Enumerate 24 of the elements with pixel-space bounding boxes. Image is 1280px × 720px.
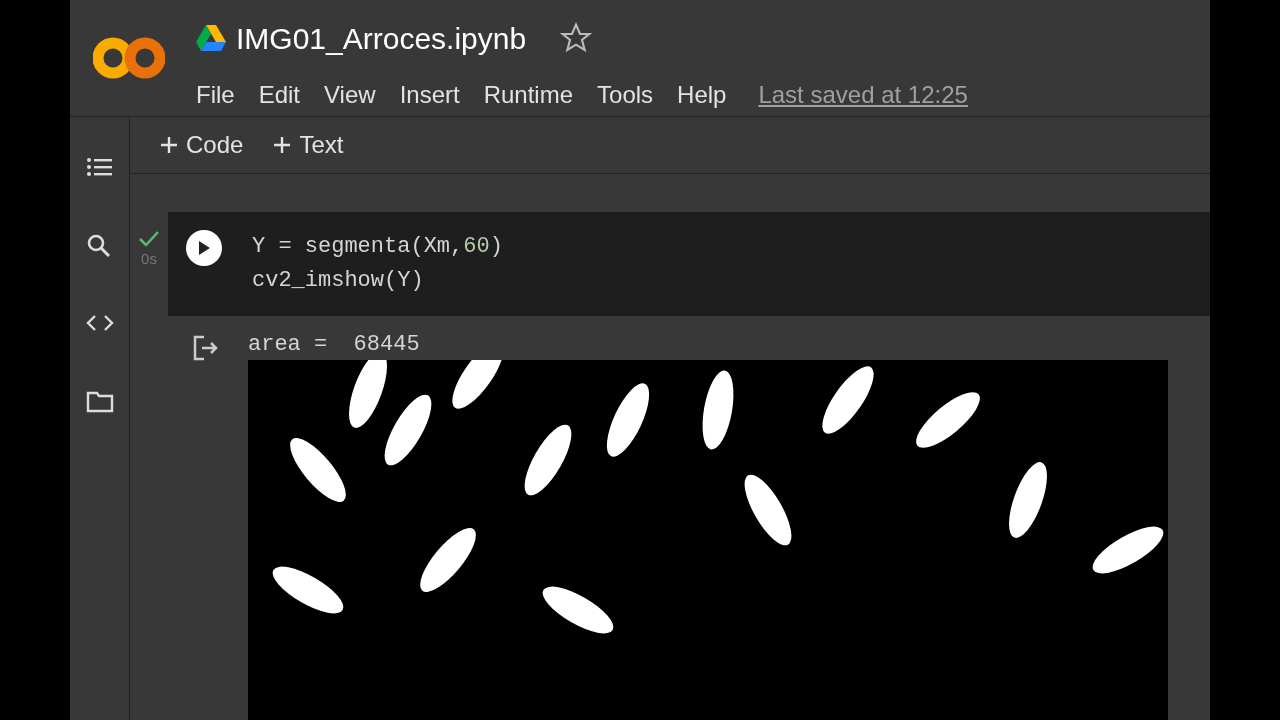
plus-icon [273,136,292,154]
drive-icon [196,25,226,51]
run-duration: 0s [141,249,157,269]
run-button[interactable] [186,230,222,266]
code-line: Y = segmenta(Xm,60) [252,233,503,261]
add-cell-button[interactable]: Code [160,127,244,163]
menu-item[interactable]: Insert [387,77,472,113]
add-cell-button[interactable]: Text [273,127,344,163]
menu-item[interactable]: Runtime [471,77,586,113]
star-icon[interactable] [560,22,593,54]
menu-item[interactable]: Tools [585,77,666,113]
output-text: area = 68445 [248,331,421,359]
menu-item[interactable]: Help [665,77,739,113]
menu-item[interactable]: View [312,77,388,113]
output-icon[interactable] [192,334,220,362]
plus-icon [160,136,178,154]
code-line: cv2_imshow(Y) [252,267,425,295]
menu-item[interactable]: Edit [246,77,313,113]
folder-icon[interactable] [85,389,114,415]
menu-item[interactable]: File [184,77,247,113]
notebook-title[interactable]: IMG01_Arroces.ipynb [236,15,527,61]
play-icon [197,240,211,256]
logo-icon[interactable] [93,36,165,80]
last-saved-link[interactable]: Last saved at 12:25 [752,76,974,114]
